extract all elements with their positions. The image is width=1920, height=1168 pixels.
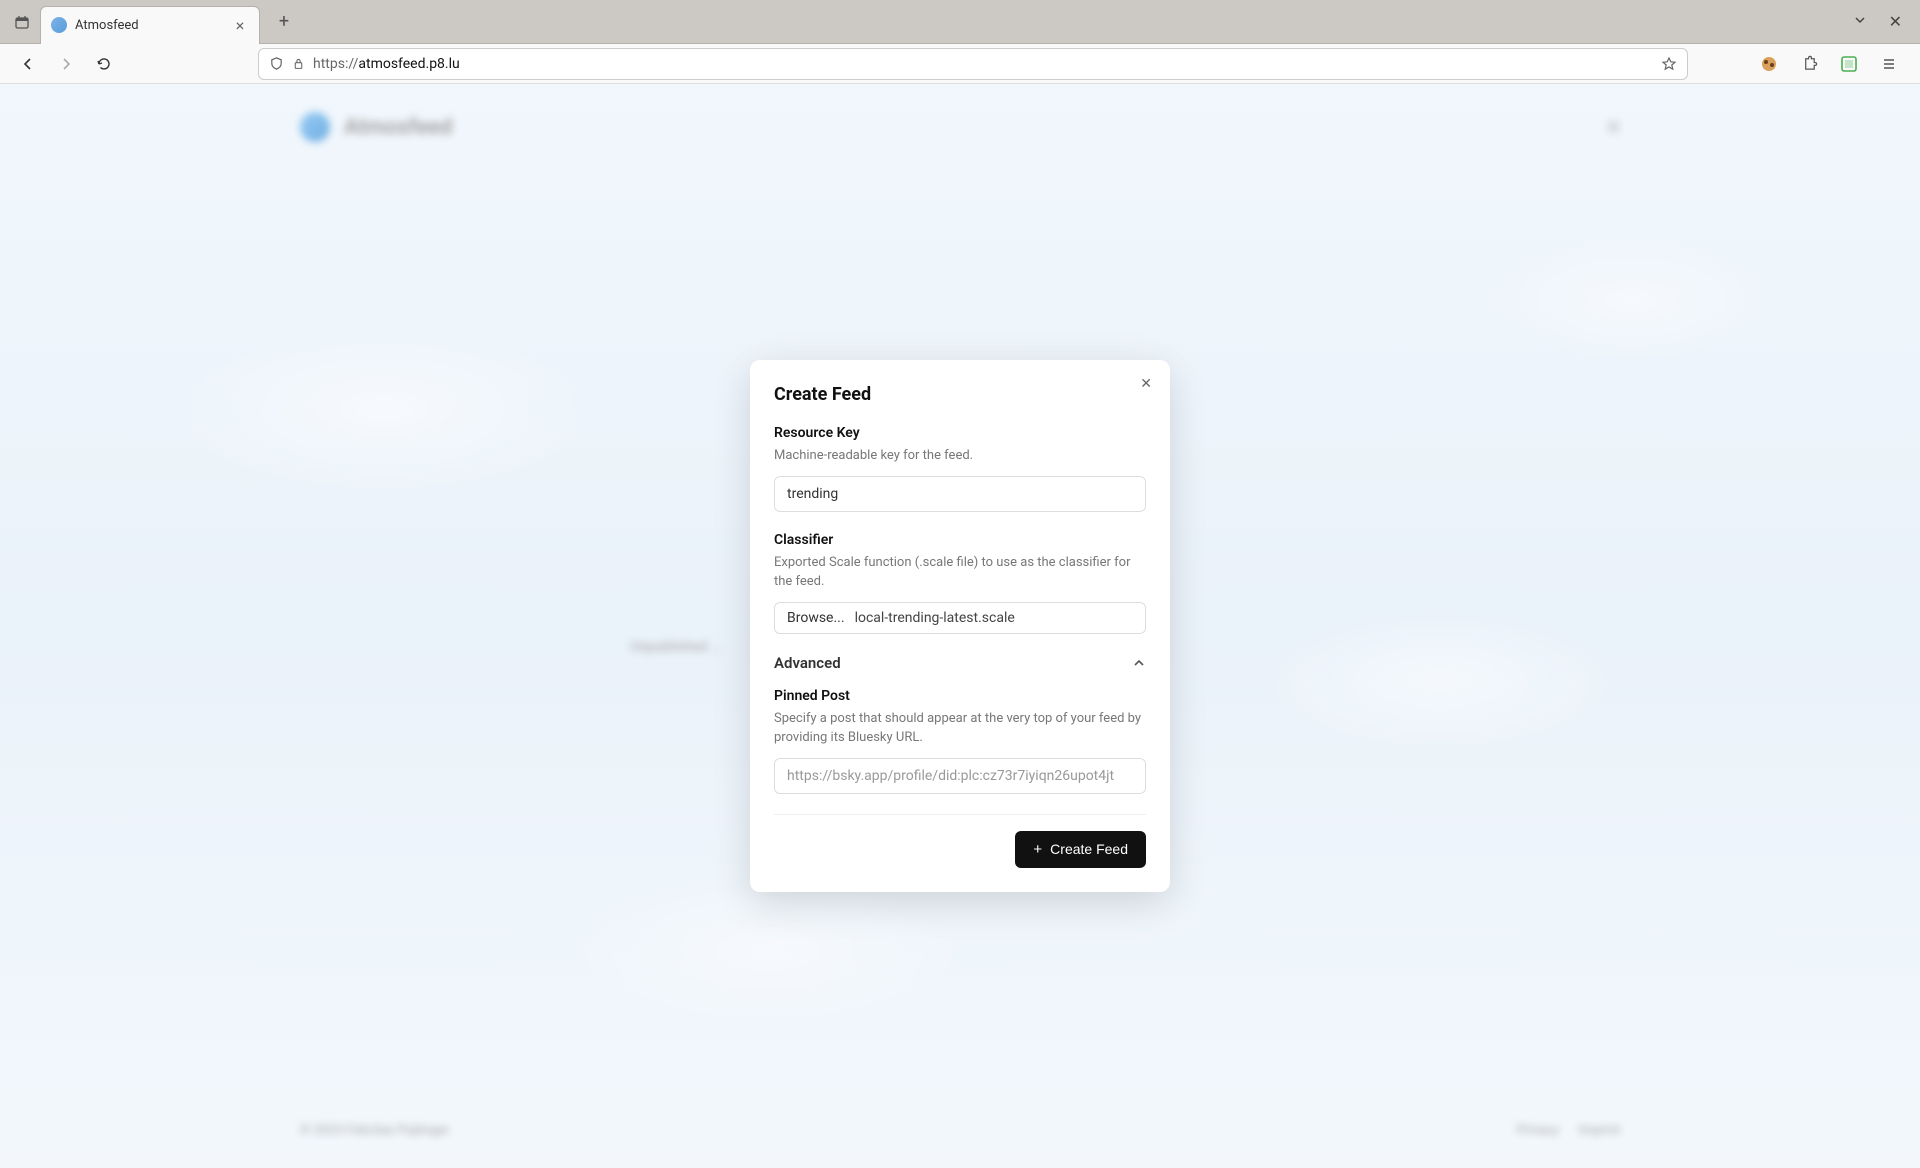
history-icon [14,14,30,30]
new-tab-button[interactable]: + [270,8,298,36]
lock-icon [292,57,305,70]
pinned-post-description: Specify a post that should appear at the… [774,710,1146,748]
arrow-left-icon [20,56,36,72]
pinned-post-input[interactable] [774,758,1146,794]
advanced-title: Advanced [774,654,841,672]
modal-overlay[interactable]: ✕ Create Feed Resource Key Machine-reada… [0,84,1920,1168]
page-container: Atmosfeed ≡ Unpublished ... © 2023 Felic… [0,84,1920,1168]
window-close-button[interactable]: ✕ [1889,12,1902,31]
resource-key-field: Resource Key Machine-readable key for th… [774,425,1146,512]
back-button[interactable] [14,50,42,78]
pinned-post-label: Pinned Post [774,688,1146,704]
create-feed-button[interactable]: + Create Feed [1015,831,1146,868]
tab-title: Atmosfeed [75,18,223,33]
chevron-up-icon [1132,656,1146,670]
arrow-right-icon [58,56,74,72]
modal-footer: + Create Feed [774,814,1146,868]
resource-key-description: Machine-readable key for the feed. [774,447,1146,466]
chevron-down-icon [1853,13,1867,27]
classifier-field: Classifier Exported Scale function (.sca… [774,532,1146,634]
selected-file-name: local-trending-latest.scale [855,610,1015,626]
tab-close-button[interactable]: × [231,16,249,35]
pinned-post-field: Pinned Post Specify a post that should a… [774,688,1146,794]
extensions-button[interactable] [1798,53,1820,75]
modal-title: Create Feed [774,384,1146,405]
shield-icon [269,56,284,71]
address-bar[interactable]: https://atmosfeed.p8.lu [258,48,1688,80]
classifier-label: Classifier [774,532,1146,548]
advanced-section-toggle[interactable]: Advanced [774,654,1146,672]
url-text: https://atmosfeed.p8.lu [313,56,1653,72]
extension-mate-icon[interactable] [1758,53,1780,75]
tab-list-dropdown[interactable] [1853,12,1867,31]
browser-tab-bar: Atmosfeed × + ✕ [0,0,1920,44]
hamburger-icon [1881,56,1897,72]
modal-close-button[interactable]: ✕ [1140,376,1152,392]
browser-tab[interactable]: Atmosfeed × [40,6,260,44]
app-menu-button[interactable] [1878,53,1900,75]
forward-button[interactable] [52,50,80,78]
classifier-file-input[interactable]: Browse... local-trending-latest.scale [774,602,1146,634]
create-feed-button-label: Create Feed [1050,841,1128,857]
browse-button[interactable]: Browse... [787,610,845,626]
classifier-description: Exported Scale function (.scale file) to… [774,554,1146,592]
browser-toolbar: https://atmosfeed.p8.lu [0,44,1920,84]
bookmark-star-icon[interactable] [1661,56,1677,72]
resource-key-input[interactable] [774,476,1146,512]
extension-green-icon[interactable] [1838,53,1860,75]
reload-button[interactable] [90,50,118,78]
recent-history-button[interactable] [8,8,36,36]
chrome-controls: ✕ [1853,12,1912,31]
resource-key-label: Resource Key [774,425,1146,441]
square-icon [1840,55,1858,73]
tab-favicon [51,17,67,33]
create-feed-modal: ✕ Create Feed Resource Key Machine-reada… [750,360,1170,891]
plus-icon: + [1033,841,1042,858]
puzzle-icon [1801,55,1818,72]
extension-icon [1760,55,1778,73]
reload-icon [96,56,112,72]
